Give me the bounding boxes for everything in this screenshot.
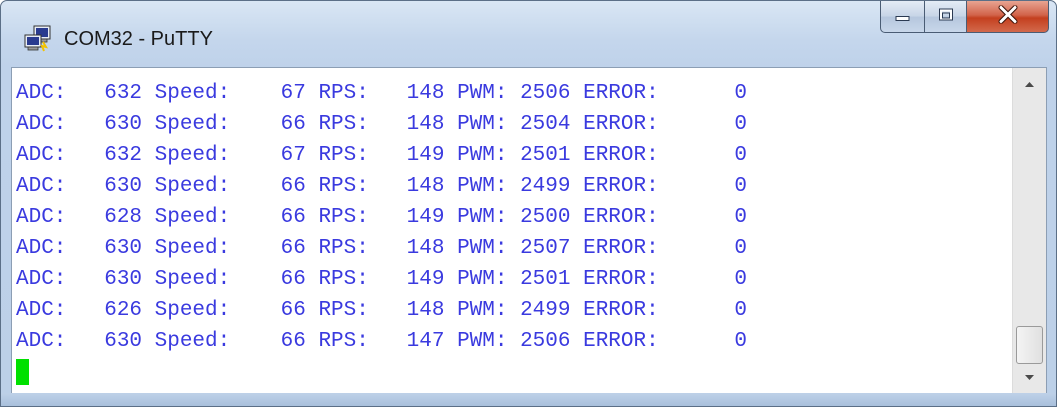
caption-buttons	[880, 1, 1049, 35]
terminal-line: ADC: 628 Speed: 66 RPS: 149 PWM: 2500 ER…	[16, 206, 747, 229]
terminal-line: ADC: 630 Speed: 66 RPS: 149 PWM: 2501 ER…	[16, 268, 747, 291]
scroll-up-button[interactable]	[1013, 68, 1046, 100]
scroll-up-arrow-icon	[1013, 82, 1046, 104]
minimize-button[interactable]	[880, 1, 925, 33]
terminal-line: ADC: 630 Speed: 66 RPS: 147 PWM: 2506 ER…	[16, 330, 747, 353]
putty-icon[interactable]	[23, 25, 53, 53]
window-title: COM32 - PuTTY	[64, 28, 213, 50]
close-button[interactable]	[967, 1, 1049, 33]
title-bar[interactable]: COM32 - PuTTY	[1, 1, 1056, 67]
terminal-line: ADC: 630 Speed: 66 RPS: 148 PWM: 2499 ER…	[16, 175, 747, 198]
vertical-scrollbar[interactable]	[1012, 68, 1046, 394]
terminal-area[interactable]: ADC: 632 Speed: 67 RPS: 148 PWM: 2506 ER…	[11, 67, 1047, 395]
terminal-line: ADC: 630 Speed: 66 RPS: 148 PWM: 2504 ER…	[16, 113, 747, 136]
terminal-cursor	[16, 359, 29, 385]
terminal-output: ADC: 632 Speed: 67 RPS: 148 PWM: 2506 ER…	[16, 78, 1016, 385]
window-bottom-border[interactable]	[1, 393, 1056, 406]
maximize-button[interactable]	[925, 1, 967, 33]
terminal-line: ADC: 626 Speed: 66 RPS: 148 PWM: 2499 ER…	[16, 299, 747, 322]
terminal-line: ADC: 632 Speed: 67 RPS: 148 PWM: 2506 ER…	[16, 82, 747, 105]
scroll-down-button[interactable]	[1013, 362, 1046, 394]
terminal-line: ADC: 630 Speed: 66 RPS: 148 PWM: 2507 ER…	[16, 237, 747, 260]
scrollbar-thumb[interactable]	[1016, 326, 1043, 364]
close-icon	[997, 4, 1019, 28]
terminal-line: ADC: 632 Speed: 67 RPS: 149 PWM: 2501 ER…	[16, 144, 747, 167]
maximize-icon	[937, 6, 955, 27]
minimize-icon	[894, 6, 912, 27]
putty-window: COM32 - PuTTY ADC: 632 Speed: 67 RPS: 14…	[0, 0, 1057, 407]
